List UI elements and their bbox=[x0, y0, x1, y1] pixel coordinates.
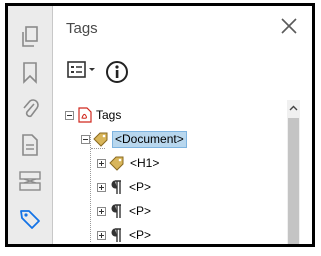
info-icon bbox=[105, 61, 129, 88]
tree-node-h1[interactable]: <H1> bbox=[97, 152, 159, 174]
attachments-button[interactable] bbox=[8, 92, 52, 126]
collapse-toggle[interactable] bbox=[65, 110, 74, 120]
info-button[interactable] bbox=[105, 60, 129, 84]
content-order-icon bbox=[19, 170, 41, 192]
panel-title: Tags bbox=[66, 20, 98, 37]
paragraph-icon bbox=[110, 227, 122, 243]
navigation-rail bbox=[8, 6, 53, 244]
bookmarks-button[interactable] bbox=[8, 56, 52, 90]
tree-node-root[interactable]: Tags bbox=[65, 104, 121, 126]
tree-node-label: <P> bbox=[129, 228, 152, 242]
list-options-icon bbox=[67, 60, 97, 85]
expand-toggle[interactable] bbox=[97, 206, 106, 216]
tree-node-p[interactable]: <P> bbox=[97, 224, 152, 244]
tag-icon bbox=[18, 207, 42, 231]
document-properties-button[interactable] bbox=[8, 128, 52, 162]
document-properties-icon bbox=[21, 134, 39, 156]
pages-button[interactable] bbox=[8, 20, 52, 54]
paragraph-icon bbox=[110, 203, 122, 219]
vertical-scrollbar[interactable] bbox=[287, 100, 300, 244]
attachment-icon bbox=[21, 98, 39, 120]
pages-icon bbox=[20, 26, 40, 48]
paragraph-icon bbox=[110, 179, 122, 195]
app-frame: Tags Tags <Document> <H1> <P> <P> <P> bbox=[5, 3, 315, 247]
content-order-button[interactable] bbox=[8, 164, 52, 198]
tag-icon bbox=[109, 155, 125, 171]
scrollbar-thumb[interactable] bbox=[288, 118, 299, 244]
tree-node-p[interactable]: <P> bbox=[97, 176, 151, 198]
tree-node-p[interactable]: <P> bbox=[97, 200, 151, 222]
pdf-icon bbox=[78, 107, 92, 123]
collapse-toggle[interactable] bbox=[81, 134, 90, 144]
tree-node-label: <P> bbox=[129, 204, 152, 218]
bookmark-icon bbox=[22, 62, 38, 84]
tree-node-label: Tags bbox=[96, 108, 122, 122]
close-icon bbox=[281, 17, 297, 39]
tree-node-document[interactable]: <Document> bbox=[81, 128, 187, 150]
tag-icon bbox=[93, 131, 109, 147]
tree-node-label: <H1> bbox=[130, 156, 160, 170]
close-panel-button[interactable] bbox=[279, 17, 299, 39]
tags-panel: Tags Tags <Document> <H1> <P> <P> <P> bbox=[53, 6, 312, 244]
tree-node-label: <Document> bbox=[112, 130, 187, 148]
options-menu-button[interactable] bbox=[67, 60, 101, 85]
chevron-up-icon bbox=[289, 98, 298, 116]
tags-button[interactable] bbox=[8, 202, 52, 236]
expand-toggle[interactable] bbox=[97, 158, 106, 168]
expand-toggle[interactable] bbox=[97, 182, 106, 192]
expand-toggle[interactable] bbox=[97, 230, 106, 240]
tree-node-label: <P> bbox=[129, 180, 152, 194]
scroll-up-button[interactable] bbox=[287, 100, 300, 114]
